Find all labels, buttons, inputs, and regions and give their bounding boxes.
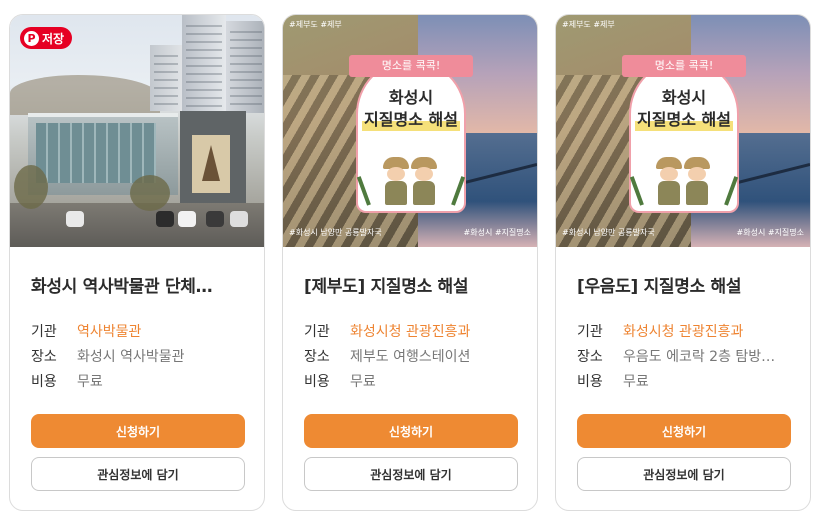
meta-row-cost: 비용 무료 — [31, 368, 243, 393]
meta-row-cost: 비용 무료 — [304, 368, 516, 393]
meta-place: 우음도 에코락 2층 탐방… — [623, 348, 776, 365]
save-label: 저장 — [42, 31, 65, 46]
meta-place: 제부도 여행스테이션 — [350, 348, 471, 365]
card-info: [우음도] 지질명소 해설 기관 화성시청 관광진흥과 장소 우음도 에코락 2… — [556, 247, 810, 393]
meta-key: 기관 — [31, 323, 57, 340]
poster-title: 화성시 지질명소 해설 — [356, 87, 466, 131]
apply-button[interactable]: 신청하기 — [31, 414, 245, 448]
card-title[interactable]: 화성시 역사박물관 단체… — [31, 272, 243, 296]
meta-key: 비용 — [577, 373, 603, 390]
poster-caption: #화성시 남양만 공룡발자국 — [562, 228, 655, 237]
meta-key: 기관 — [577, 323, 603, 340]
photo-apartment — [182, 15, 226, 113]
meta-organizer: 화성시청 관광진흥과 — [623, 323, 744, 340]
meta-key: 비용 — [31, 373, 57, 390]
meta-key: 장소 — [31, 348, 57, 365]
add-to-interests-button[interactable]: 관심정보에 담기 — [31, 457, 245, 491]
program-card-list: P 저장 화성시 역사박물관 단체… 기관 역사박물관 장소 화성시 역사박물관… — [0, 0, 827, 525]
photo-car — [156, 211, 174, 227]
poster-tag: #제부도 #제부 — [562, 20, 615, 29]
photo-apartment — [226, 21, 264, 113]
photo-hill — [10, 75, 160, 115]
explorer-character-icon — [656, 157, 682, 207]
explorer-character-icon — [684, 157, 710, 207]
meta-row-organizer: 기관 화성시청 관광진흥과 — [304, 318, 516, 343]
photo-glass-facade — [36, 123, 156, 183]
explorer-character-icon — [383, 157, 409, 207]
apply-button[interactable]: 신청하기 — [577, 414, 791, 448]
photo-car — [206, 211, 224, 227]
geosite-poster[interactable]: #제부도 #제부 명소를 콕콕! 화성시 지질명소 해설 #화성시 남양만 공룡… — [283, 15, 537, 247]
pinterest-icon: P — [24, 30, 39, 46]
poster-caption: #화성시 남양만 공룡발자국 — [289, 228, 382, 237]
photo-car — [230, 211, 248, 227]
poster-ribbon: 명소를 콕콕! — [622, 55, 746, 77]
meta-key: 장소 — [577, 348, 603, 365]
poster-tag: #제부도 #제부 — [289, 20, 342, 29]
apply-button[interactable]: 신청하기 — [304, 414, 518, 448]
meta-row-place: 장소 우음도 에코락 2층 탐방… — [577, 343, 789, 368]
meta-key: 기관 — [304, 323, 330, 340]
program-card[interactable]: #제부도 #제부 명소를 콕콕! 화성시 지질명소 해설 #화성시 남양만 공룡… — [282, 14, 538, 511]
program-card[interactable]: #제부도 #제부 명소를 콕콕! 화성시 지질명소 해설 #화성시 남양만 공룡… — [555, 14, 811, 511]
photo-tree — [14, 165, 48, 209]
program-card[interactable]: P 저장 화성시 역사박물관 단체… 기관 역사박물관 장소 화성시 역사박물관… — [9, 14, 265, 511]
photo-parking-lot — [10, 203, 264, 247]
meta-key: 비용 — [304, 373, 330, 390]
photo-car — [178, 211, 196, 227]
meta-row-place: 장소 화성시 역사박물관 — [31, 343, 243, 368]
poster-title-line1: 화성시 — [388, 88, 434, 107]
meta-place: 화성시 역사박물관 — [77, 348, 185, 365]
card-info: 화성시 역사박물관 단체… 기관 역사박물관 장소 화성시 역사박물관 비용 무… — [10, 247, 264, 393]
meta-cost: 무료 — [77, 373, 103, 390]
photo-banner — [192, 135, 230, 193]
poster-caption: #화성시 #지질명소 — [463, 228, 531, 237]
card-title[interactable]: [우음도] 지질명소 해설 — [577, 272, 789, 296]
meta-row-organizer: 기관 화성시청 관광진흥과 — [577, 318, 789, 343]
meta-row-organizer: 기관 역사박물관 — [31, 318, 243, 343]
photo-apartment — [150, 45, 182, 111]
card-meta: 기관 화성시청 관광진흥과 장소 제부도 여행스테이션 비용 무료 — [304, 318, 516, 393]
museum-photo[interactable]: P 저장 — [10, 15, 264, 247]
card-meta: 기관 역사박물관 장소 화성시 역사박물관 비용 무료 — [31, 318, 243, 393]
add-to-interests-button[interactable]: 관심정보에 담기 — [304, 457, 518, 491]
meta-key: 장소 — [304, 348, 330, 365]
meta-cost: 무료 — [623, 373, 649, 390]
pinterest-save-button[interactable]: P 저장 — [20, 27, 73, 49]
geosite-poster[interactable]: #제부도 #제부 명소를 콕콕! 화성시 지질명소 해설 #화성시 남양만 공룡… — [556, 15, 810, 247]
card-info: [제부도] 지질명소 해설 기관 화성시청 관광진흥과 장소 제부도 여행스테이… — [283, 247, 537, 393]
meta-row-place: 장소 제부도 여행스테이션 — [304, 343, 516, 368]
poster-title: 화성시 지질명소 해설 — [629, 87, 739, 131]
poster-ribbon: 명소를 콕콕! — [349, 55, 473, 77]
card-meta: 기관 화성시청 관광진흥과 장소 우음도 에코락 2층 탐방… 비용 무료 — [577, 318, 789, 393]
poster-title-line1: 화성시 — [661, 88, 707, 107]
card-title[interactable]: [제부도] 지질명소 해설 — [304, 272, 516, 296]
poster-title-line2: 지질명소 해설 — [635, 109, 733, 131]
meta-organizer: 화성시청 관광진흥과 — [350, 323, 471, 340]
photo-tree — [130, 175, 170, 211]
meta-cost: 무료 — [350, 373, 376, 390]
meta-row-cost: 비용 무료 — [577, 368, 789, 393]
add-to-interests-button[interactable]: 관심정보에 담기 — [577, 457, 791, 491]
meta-organizer: 역사박물관 — [77, 323, 142, 340]
poster-title-line2: 지질명소 해설 — [362, 109, 460, 131]
photo-car — [66, 211, 84, 227]
poster-caption: #화성시 #지질명소 — [736, 228, 804, 237]
explorer-character-icon — [411, 157, 437, 207]
